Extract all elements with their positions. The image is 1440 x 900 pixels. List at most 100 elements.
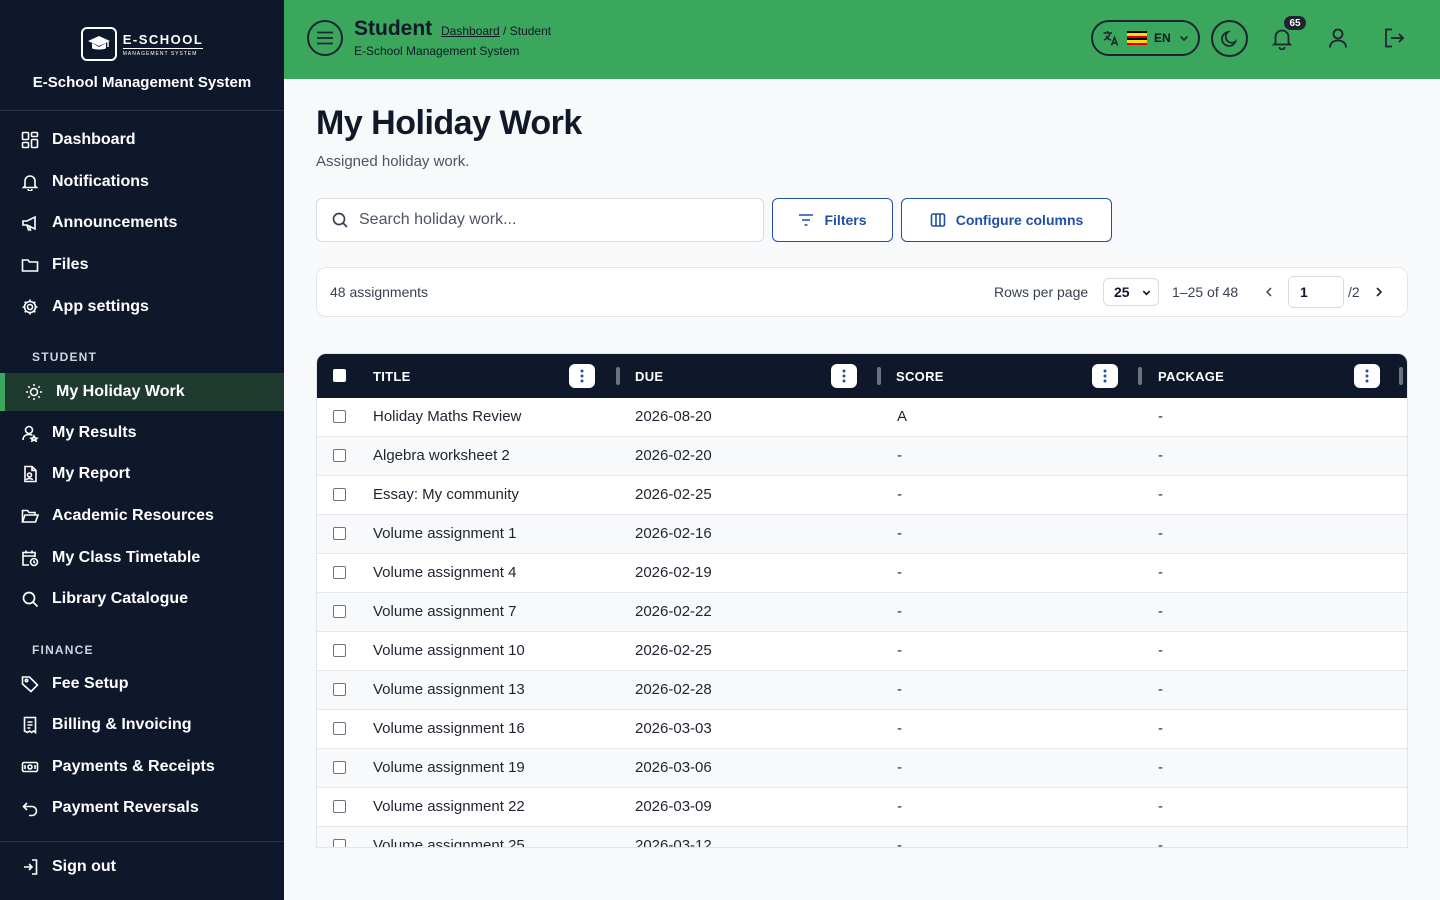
row-checkbox[interactable] xyxy=(333,449,346,462)
page-subtitle: Assigned holiday work. xyxy=(316,153,470,170)
cell-score: - xyxy=(897,564,902,581)
page-number-input[interactable]: 1 xyxy=(1288,276,1344,308)
filters-label: Filters xyxy=(824,212,867,228)
row-checkbox[interactable] xyxy=(333,683,346,696)
row-checkbox[interactable] xyxy=(333,761,346,774)
sidebar-item-my-holiday-work[interactable]: My Holiday Work xyxy=(0,373,284,411)
cell-package: - xyxy=(1158,759,1163,776)
row-checkbox[interactable] xyxy=(333,410,346,423)
sidebar-item-my-report[interactable]: My Report xyxy=(0,455,284,493)
menu-toggle-button[interactable] xyxy=(307,20,343,56)
sidebar-item-payment-reversals[interactable]: Payment Reversals xyxy=(0,789,284,827)
breadcrumb: Dashboard / Student xyxy=(441,24,551,38)
configure-columns-button[interactable]: Configure columns xyxy=(901,198,1112,242)
more-vertical-icon xyxy=(1103,369,1107,383)
sidebar-item-label: My Holiday Work xyxy=(56,383,185,400)
sidebar-item-app-settings[interactable]: App settings xyxy=(0,288,284,326)
cell-title: Volume assignment 1 xyxy=(373,525,517,542)
column-menu-button[interactable] xyxy=(569,364,595,388)
table-row[interactable]: Volume assignment 16 2026-03-03 - - xyxy=(317,710,1407,749)
sidebar-item-label: Billing & Invoicing xyxy=(52,716,192,733)
row-checkbox[interactable] xyxy=(333,722,346,735)
row-checkbox[interactable] xyxy=(333,839,346,847)
sun-icon xyxy=(24,382,44,402)
select-all-checkbox[interactable] xyxy=(333,369,346,382)
filter-icon xyxy=(799,214,814,226)
column-header-score[interactable]: SCORE xyxy=(896,354,944,398)
sidebar-item-my-results[interactable]: My Results xyxy=(0,414,284,452)
sidebar-item-library-catalogue[interactable]: Library Catalogue xyxy=(0,580,284,618)
cell-package: - xyxy=(1158,408,1163,425)
row-checkbox[interactable] xyxy=(333,488,346,501)
column-header-package[interactable]: PACKAGE xyxy=(1158,354,1224,398)
sign-out-icon xyxy=(20,857,40,877)
table-row[interactable]: Volume assignment 13 2026-02-28 - - xyxy=(317,671,1407,710)
sidebar-item-payments-receipts[interactable]: Payments & Receipts xyxy=(0,748,284,786)
cell-due: 2026-02-19 xyxy=(635,564,712,581)
table-row[interactable]: Volume assignment 7 2026-02-22 - - xyxy=(317,593,1407,632)
gear-icon xyxy=(20,297,40,317)
column-header-title[interactable]: TITLE xyxy=(373,354,411,398)
column-resize-handle[interactable] xyxy=(877,367,881,385)
sidebar-section-finance: FINANCE xyxy=(32,643,94,657)
sidebar-item-files[interactable]: Files xyxy=(0,246,284,284)
sidebar-item-billing-invoicing[interactable]: Billing & Invoicing xyxy=(0,706,284,744)
table-row[interactable]: Holiday Maths Review 2026-08-20 A - xyxy=(317,398,1407,437)
cell-package: - xyxy=(1158,798,1163,815)
cell-score: A xyxy=(897,408,908,425)
cell-title: Algebra worksheet 2 xyxy=(373,447,510,464)
row-checkbox[interactable] xyxy=(333,644,346,657)
column-menu-button[interactable] xyxy=(1354,364,1380,388)
column-menu-button[interactable] xyxy=(831,364,857,388)
cell-score: - xyxy=(897,837,902,848)
cell-due: 2026-03-09 xyxy=(635,798,712,815)
table-row[interactable]: Volume assignment 1 2026-02-16 - - xyxy=(317,515,1407,554)
sidebar-item-label: Payment Reversals xyxy=(52,799,199,816)
folder-open-icon xyxy=(20,506,40,526)
column-header-due[interactable]: DUE xyxy=(635,354,663,398)
column-resize-handle[interactable] xyxy=(1399,367,1403,385)
breadcrumb-link-dashboard[interactable]: Dashboard xyxy=(441,24,500,38)
previous-page-button[interactable] xyxy=(1262,283,1276,306)
theme-toggle-button[interactable] xyxy=(1211,20,1248,57)
breadcrumb-separator: / xyxy=(499,24,510,38)
cell-due: 2026-03-06 xyxy=(635,759,712,776)
column-resize-handle[interactable] xyxy=(1138,367,1142,385)
table-row[interactable]: Volume assignment 10 2026-02-25 - - xyxy=(317,632,1407,671)
hamburger-icon xyxy=(317,31,333,45)
row-checkbox[interactable] xyxy=(333,605,346,618)
table-row[interactable]: Volume assignment 4 2026-02-19 - - xyxy=(317,554,1407,593)
sidebar-item-label: Notifications xyxy=(52,173,149,190)
row-checkbox[interactable] xyxy=(333,800,346,813)
sidebar-item-academic-resources[interactable]: Academic Resources xyxy=(0,497,284,535)
table-row[interactable]: Algebra worksheet 2 2026-02-20 - - xyxy=(317,437,1407,476)
search-input[interactable] xyxy=(359,211,739,229)
table-row[interactable]: Volume assignment 19 2026-03-06 - - xyxy=(317,749,1407,788)
rows-per-page-select[interactable]: 25 xyxy=(1103,278,1159,306)
row-checkbox[interactable] xyxy=(333,566,346,579)
logo: E-SCHOOL MANAGEMENT SYSTEM xyxy=(80,27,204,61)
cell-score: - xyxy=(897,798,902,815)
cell-due: 2026-02-25 xyxy=(635,486,712,503)
cell-package: - xyxy=(1158,603,1163,620)
table-row[interactable]: Volume assignment 25 2026-03-12 - - xyxy=(317,827,1407,848)
sidebar-item-dashboard[interactable]: Dashboard xyxy=(0,121,284,159)
next-page-button[interactable] xyxy=(1372,283,1386,306)
filters-button[interactable]: Filters xyxy=(772,198,893,242)
sidebar-item-notifications[interactable]: Notifications xyxy=(0,163,284,201)
language-selector[interactable]: EN xyxy=(1091,20,1200,56)
sidebar-item-my-class-timetable[interactable]: My Class Timetable xyxy=(0,539,284,577)
logout-button[interactable] xyxy=(1380,24,1408,52)
top-header: Student Dashboard / Student E-School Man… xyxy=(284,0,1440,79)
sidebar-item-fee-setup[interactable]: Fee Setup xyxy=(0,665,284,703)
profile-button[interactable] xyxy=(1324,24,1352,52)
sidebar: E-SCHOOL MANAGEMENT SYSTEM E-School Mana… xyxy=(0,0,284,900)
table-row[interactable]: Volume assignment 22 2026-03-09 - - xyxy=(317,788,1407,827)
sign-out-button[interactable]: Sign out xyxy=(0,848,284,886)
row-checkbox[interactable] xyxy=(333,527,346,540)
table-row[interactable]: Essay: My community 2026-02-25 - - xyxy=(317,476,1407,515)
column-menu-button[interactable] xyxy=(1092,364,1118,388)
sidebar-item-announcements[interactable]: Announcements xyxy=(0,204,284,242)
column-resize-handle[interactable] xyxy=(616,367,620,385)
sidebar-item-label: My Report xyxy=(52,465,131,482)
